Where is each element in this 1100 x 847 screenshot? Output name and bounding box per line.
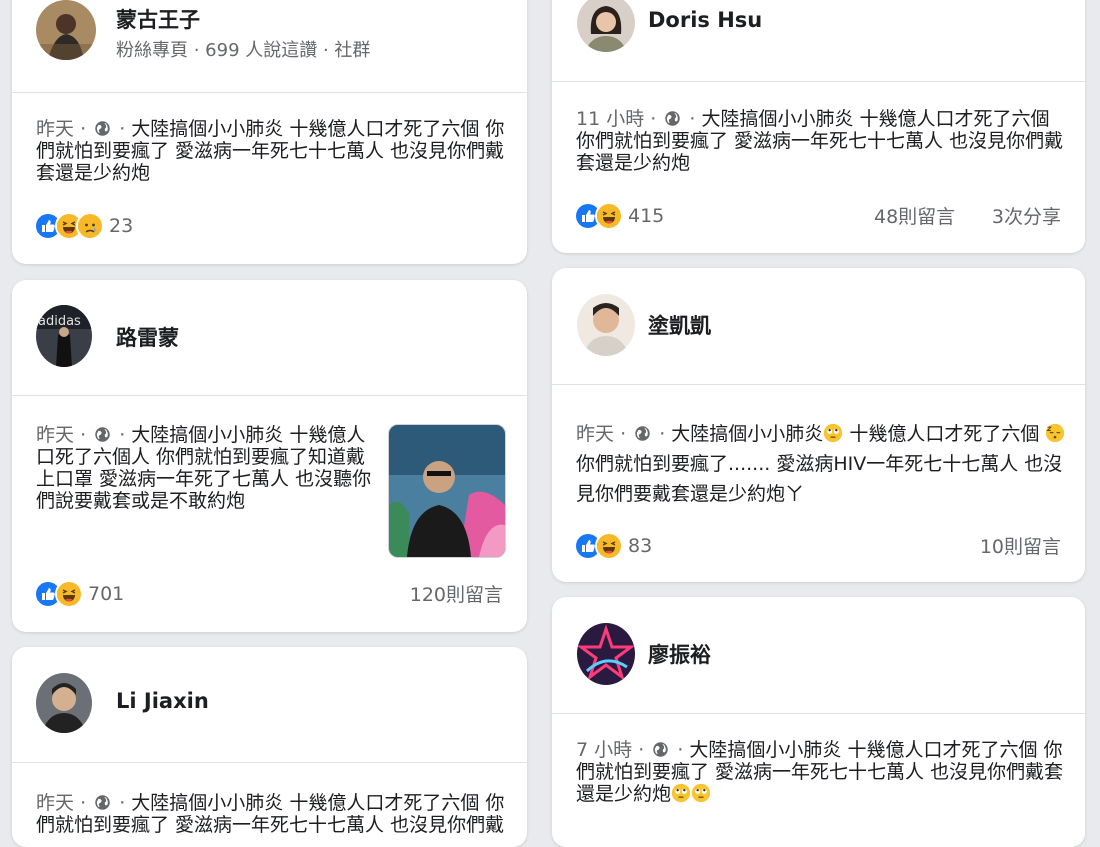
post-body-part-c: 你們就怕到要瘋了....... 愛滋病HIV一年死七十七萬人 也沒見你們要戴套還… (576, 453, 1063, 505)
author-name[interactable]: Doris Hsu (648, 8, 762, 32)
eye-roll-emoji (671, 783, 691, 803)
globe-icon (634, 425, 651, 442)
separator: · (119, 424, 126, 446)
reaction-summary[interactable]: 23 (34, 212, 133, 240)
post-body: 大陸搞個小小肺炎 十幾億人口才死了六個 你們就怕到要瘋了 愛滋病一年死七十七萬人… (576, 739, 1064, 805)
separator: · (659, 423, 666, 445)
reaction-count: 415 (628, 205, 665, 227)
separator: · (119, 118, 126, 140)
post-header: adidas 路雷蒙 (12, 280, 527, 396)
globe-icon (94, 794, 111, 811)
post-body-part-a: 大陸搞個小小肺炎 (671, 423, 824, 445)
reaction-count: 83 (628, 535, 653, 557)
post-card-dorishsu: Doris Hsu 11 小時 · · 大陸搞個小小肺炎 十幾億人口才死了六個 … (552, 0, 1085, 253)
post-header: Doris Hsu (552, 0, 1085, 82)
avatar[interactable]: adidas (36, 305, 92, 367)
separator: · (677, 739, 684, 761)
haha-reaction-icon (595, 202, 623, 230)
post-text: 昨天 · · 大陸搞個小小肺炎 十幾億人口死了六個人 你們就怕到要瘋了知道戴上口… (36, 424, 376, 512)
separator: · (620, 423, 627, 445)
separator: · (689, 108, 696, 130)
avatar[interactable] (36, 673, 92, 733)
post-text: 昨天 · · 大陸搞個小小肺炎 十幾億人口才死了六個 你們就怕到要瘋了.....… (576, 419, 1071, 509)
post-text: 7 小時 · · 大陸搞個小小肺炎 十幾億人口才死了六個 你們就怕到要瘋了 愛滋… (576, 739, 1066, 805)
sad-reaction-icon (76, 212, 104, 240)
post-card-monggu: 蒙古王子 粉絲專頁 · 699 人說這讚 · 社群 昨天 · · 大陸搞個小小肺… (12, 0, 527, 264)
comment-count[interactable]: 48則留言 (874, 202, 955, 229)
globe-icon (94, 120, 111, 137)
haha-reaction-icon (595, 532, 623, 560)
post-image[interactable] (388, 424, 506, 558)
sleepy-emoji (1045, 423, 1065, 443)
post-card-luleimeng: adidas 路雷蒙 昨天 · · 大陸搞個小小肺炎 十幾億人口死了六個人 你們… (12, 280, 527, 632)
post-header: 蒙古王子 粉絲專頁 · 699 人說這讚 · 社群 (12, 0, 527, 93)
post-card-tukaikai: 塗凱凱 昨天 · · 大陸搞個小小肺炎 十幾億人口才死了六個 你們就怕到要瘋了.… (552, 268, 1085, 582)
post-time[interactable]: 11 小時 (576, 108, 644, 130)
eye-roll-emoji (823, 423, 843, 443)
separator: · (650, 108, 657, 130)
separator: · (80, 792, 87, 814)
post-text: 昨天 · · 大陸搞個小小肺炎 十幾億人口才死了六個 你們就怕到要瘋了 愛滋病一… (36, 118, 506, 184)
post-time[interactable]: 昨天 (36, 424, 74, 446)
separator: · (119, 792, 126, 814)
eye-roll-emoji (691, 783, 711, 803)
post-text: 11 小時 · · 大陸搞個小小肺炎 十幾億人口才死了六個 你們就怕到要瘋了 愛… (576, 108, 1066, 174)
post-card-liaozhenyu: 廖振裕 7 小時 · · 大陸搞個小小肺炎 十幾億人口才死了六個 你們就怕到要瘋… (552, 597, 1085, 847)
author-name[interactable]: Li Jiaxin (116, 689, 209, 713)
avatar[interactable] (577, 0, 635, 52)
post-time[interactable]: 昨天 (36, 118, 74, 140)
avatar[interactable] (577, 294, 635, 356)
comment-count[interactable]: 10則留言 (980, 532, 1061, 559)
avatar-logo-text: adidas (38, 314, 81, 329)
page-subtitle: 粉絲專頁 · 699 人說這讚 · 社群 (116, 40, 371, 61)
post-body: 大陸搞個小小肺炎 十幾億人口死了六個人 你們就怕到要瘋了知道戴上口罩 愛滋病一年… (36, 424, 372, 512)
post-header: Li Jiaxin (12, 647, 527, 763)
reaction-count: 23 (109, 215, 134, 237)
reaction-count: 701 (88, 583, 125, 605)
separator: · (638, 739, 645, 761)
author-name[interactable]: 廖振裕 (648, 639, 711, 669)
post-card-lijiaxin: Li Jiaxin 昨天 · · 大陸搞個小小肺炎 十幾億人口才死了六個 你們就… (12, 647, 527, 847)
globe-icon (94, 426, 111, 443)
share-count[interactable]: 3次分享 (992, 202, 1061, 229)
reaction-summary[interactable]: 701 (34, 580, 124, 608)
comment-count[interactable]: 120則留言 (410, 580, 503, 607)
reaction-summary[interactable]: 415 (574, 202, 664, 230)
avatar[interactable] (577, 623, 635, 685)
post-time[interactable]: 7 小時 (576, 739, 632, 761)
author-name[interactable]: 塗凱凱 (648, 310, 711, 340)
separator: · (80, 118, 87, 140)
post-time[interactable]: 昨天 (36, 792, 74, 814)
globe-icon (652, 741, 669, 758)
haha-reaction-icon (55, 580, 83, 608)
author-name[interactable]: 路雷蒙 (116, 322, 179, 352)
post-header: 塗凱凱 (552, 268, 1085, 385)
post-time[interactable]: 昨天 (576, 423, 614, 445)
avatar[interactable] (36, 0, 96, 60)
post-header: 廖振裕 (552, 597, 1085, 714)
post-text: 昨天 · · 大陸搞個小小肺炎 十幾億人口才死了六個 你們就怕到要瘋了 愛滋病一… (36, 792, 506, 836)
separator: · (80, 424, 87, 446)
reaction-summary[interactable]: 83 (574, 532, 652, 560)
author-name[interactable]: 蒙古王子 (116, 4, 200, 34)
globe-icon (664, 110, 681, 127)
post-body-part-b: 十幾億人口才死了六個 (849, 423, 1040, 445)
